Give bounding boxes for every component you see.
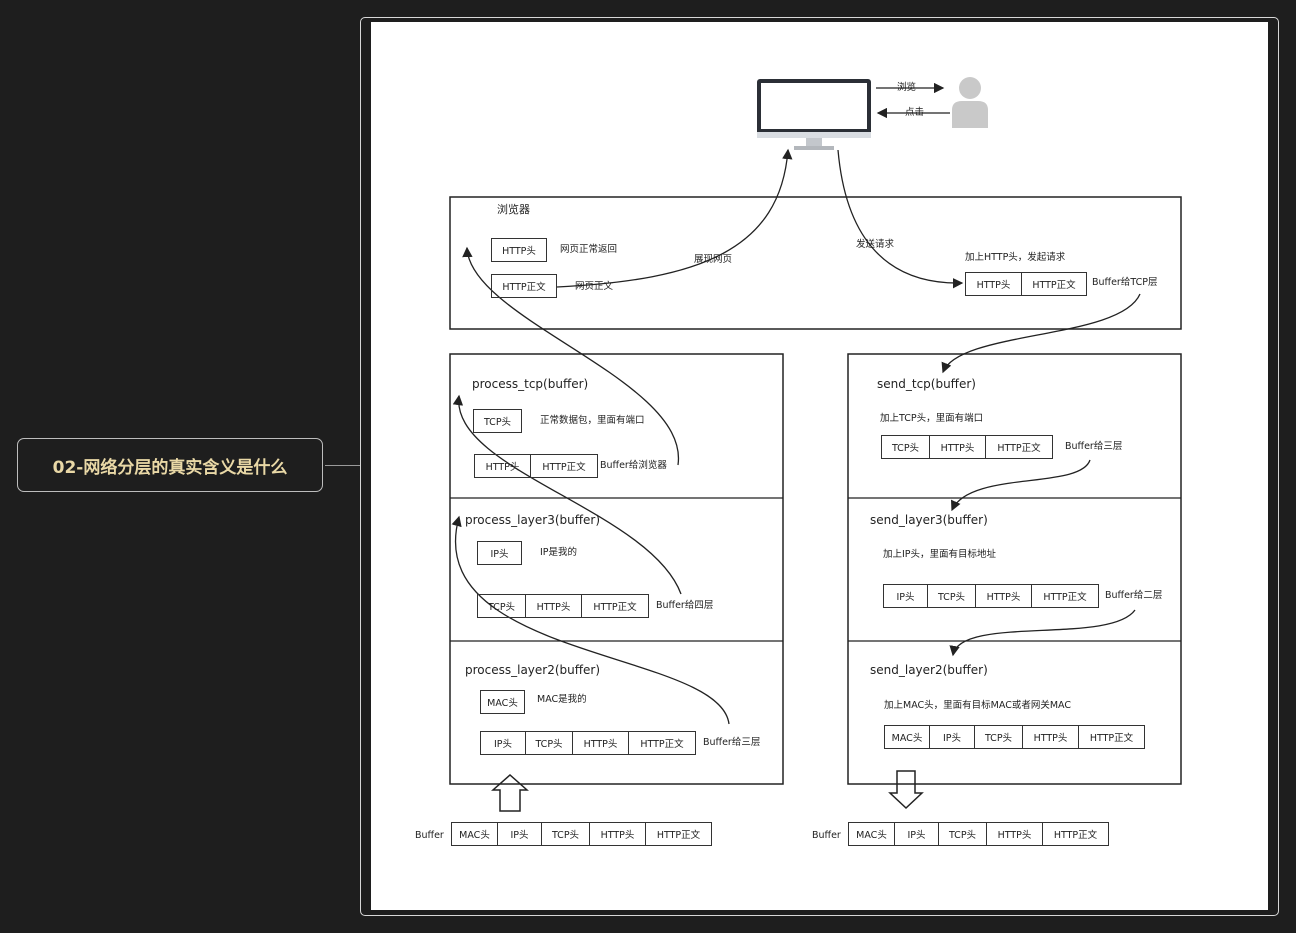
packet-row: TCP头 HTTP头 HTTP正文 — [881, 435, 1053, 459]
packet-cell: HTTP正文 — [1043, 592, 1087, 603]
packet-row: MAC头 IP头 TCP头 HTTP头 HTTP正文 — [451, 822, 712, 846]
packet-cell: HTTP正文 — [542, 462, 586, 473]
label: MAC是我的 — [537, 694, 587, 705]
label: 发送请求 — [856, 239, 895, 250]
packet-cell: IP头 — [498, 823, 542, 845]
packet-cell: HTTP正文 — [656, 830, 701, 841]
packet-cell: HTTP头 — [526, 595, 582, 617]
packet-row: MAC头 IP头 TCP头 HTTP头 HTTP正文 — [884, 725, 1145, 749]
packet-cell: IP头 — [895, 823, 939, 845]
label: Buffer给三层 — [1065, 441, 1123, 452]
label: 加上HTTP头，发起请求 — [965, 252, 1066, 263]
monitor-icon — [757, 79, 871, 150]
packet-cell: HTTP头 — [573, 732, 629, 754]
packet-cell: TCP头 — [542, 823, 590, 845]
mac-head-box: MAC头 — [480, 690, 525, 714]
packet-cell: HTTP头 — [987, 823, 1043, 845]
label: 加上MAC头，里面有目标MAC或者网关MAC — [884, 700, 1071, 711]
label: 加上TCP头，里面有端口 — [880, 413, 984, 424]
packet-cell: HTTP正文 — [1053, 830, 1098, 841]
function-title: process_layer2(buffer) — [465, 663, 601, 677]
packet-cell: IP头 — [930, 726, 975, 748]
packet-cell: TCP头 — [975, 726, 1023, 748]
packet-cell: MAC头 — [885, 726, 930, 748]
label: Buffer给三层 — [703, 737, 761, 748]
packet-row: IP头 TCP头 HTTP头 HTTP正文 — [480, 731, 696, 755]
tcp-head-box: TCP头 — [473, 409, 522, 433]
function-title: send_layer2(buffer) — [870, 663, 988, 677]
http-head-box: HTTP头 — [491, 238, 547, 262]
packet-cell: HTTP头 — [976, 585, 1032, 607]
packet-row: TCP头 HTTP头 HTTP正文 — [477, 594, 649, 618]
packet-cell: HTTP头 — [930, 436, 986, 458]
packet-row: HTTP头 HTTP正文 — [474, 454, 598, 478]
label: 网页正常返回 — [560, 244, 618, 255]
click-label: 点击 — [905, 107, 925, 118]
packet-cell: HTTP正文 — [997, 443, 1041, 454]
arrow-down-icon — [888, 770, 924, 810]
packet-cell: HTTP正文 — [1089, 733, 1134, 744]
label: Buffer给浏览器 — [600, 460, 667, 471]
function-title: send_tcp(buffer) — [877, 377, 976, 391]
packet-cell: TCP头 — [939, 823, 987, 845]
packet-cell: HTTP正文 — [593, 602, 637, 613]
http-body-box: HTTP正文 — [491, 274, 557, 298]
label: Buffer给TCP层 — [1092, 277, 1158, 288]
packet-cell: IP头 — [481, 732, 526, 754]
packet-cell: MAC头 — [849, 823, 895, 845]
packet-row: IP头 TCP头 HTTP头 HTTP正文 — [883, 584, 1099, 608]
packet-cell: TCP头 — [478, 595, 526, 617]
label: Buffer — [415, 830, 444, 841]
packet-cell: TCP头 — [526, 732, 573, 754]
label: 正常数据包，里面有端口 — [540, 415, 645, 426]
packet-cell: HTTP正文 — [640, 739, 684, 750]
packet-cell: HTTP头 — [590, 823, 646, 845]
ip-head-box: IP头 — [477, 541, 522, 565]
function-title: send_layer3(buffer) — [870, 513, 988, 527]
browser-title: 浏览器 — [497, 203, 530, 216]
user-icon — [952, 77, 988, 128]
browse-label: 浏览 — [897, 82, 917, 93]
arrow-up-icon — [491, 773, 529, 812]
packet-cell: IP头 — [884, 585, 928, 607]
label: 网页正文 — [575, 281, 614, 292]
packet-cell: MAC头 — [452, 823, 498, 845]
packet-row: MAC头 IP头 TCP头 HTTP头 HTTP正文 — [848, 822, 1109, 846]
label: IP是我的 — [540, 547, 578, 558]
label: Buffer给四层 — [656, 600, 714, 611]
packet-cell: HTTP头 — [1023, 726, 1079, 748]
packet-cell: TCP头 — [882, 436, 930, 458]
packet-cell: HTTP正文 — [1032, 280, 1076, 291]
label: Buffer给二层 — [1105, 590, 1163, 601]
packet-cell: TCP头 — [928, 585, 976, 607]
function-title: process_tcp(buffer) — [472, 377, 589, 391]
label: 加上IP头，里面有目标地址 — [883, 549, 997, 560]
packet-cell: HTTP头 — [475, 455, 531, 477]
packet-row: HTTP头 HTTP正文 — [965, 272, 1087, 296]
function-title: process_layer3(buffer) — [465, 513, 601, 527]
packet-cell: HTTP头 — [966, 273, 1022, 295]
label: Buffer — [812, 830, 841, 841]
label: 展现网页 — [694, 254, 733, 265]
